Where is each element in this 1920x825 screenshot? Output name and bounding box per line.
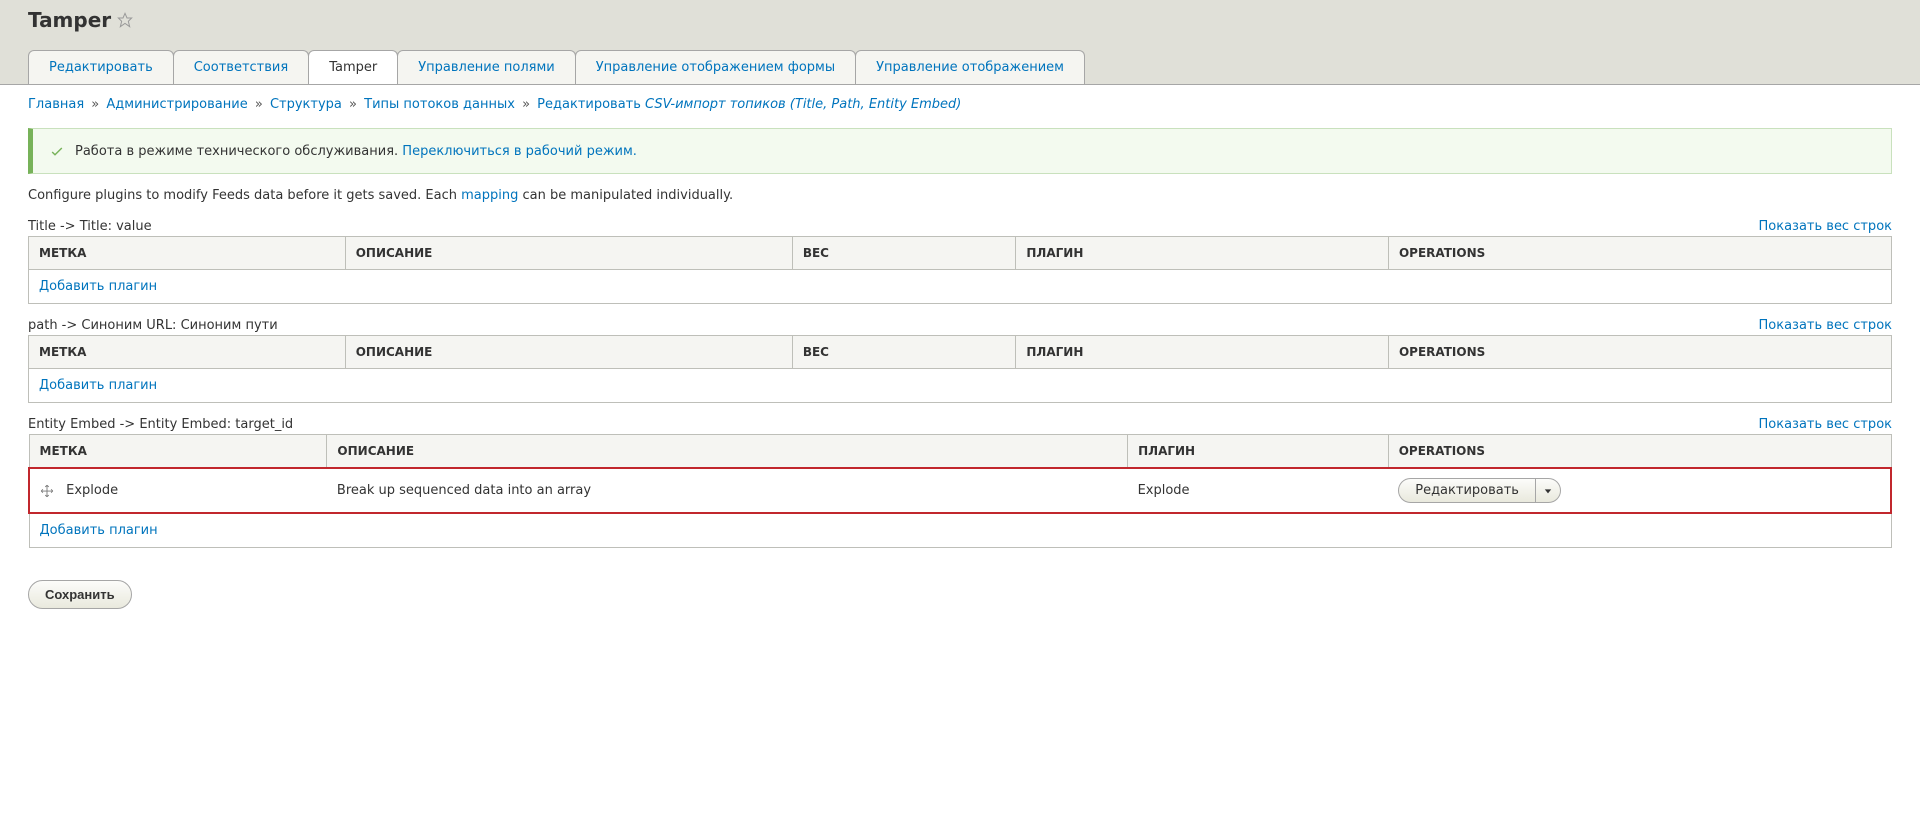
add-plugin-link[interactable]: Добавить плагин: [39, 378, 157, 393]
add-plugin-link[interactable]: Добавить плагин: [39, 279, 157, 294]
col-desc: ОПИСАНИЕ: [345, 336, 792, 369]
breadcrumb-admin[interactable]: Администрирование: [106, 97, 247, 112]
breadcrumb-sep: »: [522, 97, 530, 112]
col-weight: ВЕС: [792, 237, 1016, 270]
star-icon[interactable]: [117, 12, 133, 28]
breadcrumb-current[interactable]: Редактировать CSV-импорт топиков (Title,…: [537, 97, 961, 112]
col-ops: OPERATIONS: [1388, 435, 1891, 469]
breadcrumb-sep: »: [349, 97, 357, 112]
tab-manage-form-display[interactable]: Управление отображением формы: [575, 50, 856, 84]
breadcrumb-home[interactable]: Главная: [28, 97, 84, 112]
tamper-table-path: МЕТКА ОПИСАНИЕ ВЕС ПЛАГИН OPERATIONS Доб…: [28, 335, 1892, 403]
dropbutton-toggle[interactable]: [1535, 479, 1560, 502]
col-ops: OPERATIONS: [1388, 336, 1891, 369]
plugin-label: Explode: [66, 483, 118, 498]
col-desc: ОПИСАНИЕ: [345, 237, 792, 270]
table-row: Добавить плагин: [29, 270, 1892, 304]
status-text: Работа в режиме технического обслуживани…: [75, 144, 637, 159]
tab-manage-fields[interactable]: Управление полями: [397, 50, 576, 84]
table-row: Добавить плагин: [29, 513, 1891, 548]
col-plugin: ПЛАГИН: [1016, 237, 1389, 270]
plugin-desc: Break up sequenced data into an array: [327, 468, 1128, 513]
primary-tabs: Редактировать Соответствия Tamper Управл…: [28, 50, 1892, 84]
section-path: path -> Синоним URL: Синоним пути Показа…: [28, 318, 1892, 403]
save-button[interactable]: Сохранить: [28, 580, 132, 609]
show-row-weights-link[interactable]: Показать вес строк: [1758, 318, 1892, 333]
col-weight: ВЕС: [792, 336, 1016, 369]
col-label: МЕТКА: [29, 435, 327, 469]
section-caption: Title -> Title: value: [28, 219, 152, 234]
col-plugin: ПЛАГИН: [1128, 435, 1389, 469]
show-row-weights-link[interactable]: Показать вес строк: [1758, 417, 1892, 432]
table-row: Добавить плагин: [29, 369, 1892, 403]
breadcrumb-sep: »: [255, 97, 263, 112]
page-title: Tamper: [28, 8, 1892, 32]
section-caption: Entity Embed -> Entity Embed: target_id: [28, 417, 293, 432]
breadcrumb: Главная » Администрирование » Структура …: [28, 97, 1892, 112]
section-entity-embed: Entity Embed -> Entity Embed: target_id …: [28, 417, 1892, 548]
page-title-text: Tamper: [28, 8, 111, 32]
section-title: Title -> Title: value Показать вес строк…: [28, 219, 1892, 304]
col-desc: ОПИСАНИЕ: [327, 435, 1128, 469]
chevron-down-icon: [1544, 487, 1552, 495]
col-label: МЕТКА: [29, 237, 346, 270]
mapping-link[interactable]: mapping: [461, 188, 518, 203]
tab-edit[interactable]: Редактировать: [28, 50, 174, 84]
tab-tamper[interactable]: Tamper: [308, 50, 398, 84]
show-row-weights-link[interactable]: Показать вес строк: [1758, 219, 1892, 234]
add-plugin-link[interactable]: Добавить плагин: [40, 523, 158, 538]
plugin-name: Explode: [1128, 468, 1389, 513]
col-plugin: ПЛАГИН: [1016, 336, 1389, 369]
tamper-table-entity-embed: МЕТКА ОПИСАНИЕ ПЛАГИН OPERATIONS Explode…: [28, 434, 1892, 548]
breadcrumb-feed-types[interactable]: Типы потоков данных: [364, 97, 515, 112]
switch-mode-link[interactable]: Переключиться в рабочий режим.: [402, 144, 637, 159]
status-message: Работа в режиме технического обслуживани…: [28, 128, 1892, 174]
edit-button[interactable]: Редактировать: [1399, 479, 1535, 502]
page-description: Configure plugins to modify Feeds data b…: [28, 188, 1892, 203]
tamper-table-title: МЕТКА ОПИСАНИЕ ВЕС ПЛАГИН OPERATIONS Доб…: [28, 236, 1892, 304]
col-ops: OPERATIONS: [1388, 237, 1891, 270]
operations-dropbutton: Редактировать: [1398, 478, 1561, 503]
check-icon: [49, 143, 65, 159]
drag-handle-icon[interactable]: [40, 484, 54, 498]
breadcrumb-structure[interactable]: Структура: [270, 97, 342, 112]
tab-mapping[interactable]: Соответствия: [173, 50, 309, 84]
table-row-explode: Explode Break up sequenced data into an …: [29, 468, 1891, 513]
col-label: МЕТКА: [29, 336, 346, 369]
breadcrumb-sep: »: [91, 97, 99, 112]
tab-manage-display[interactable]: Управление отображением: [855, 50, 1085, 84]
section-caption: path -> Синоним URL: Синоним пути: [28, 318, 278, 333]
